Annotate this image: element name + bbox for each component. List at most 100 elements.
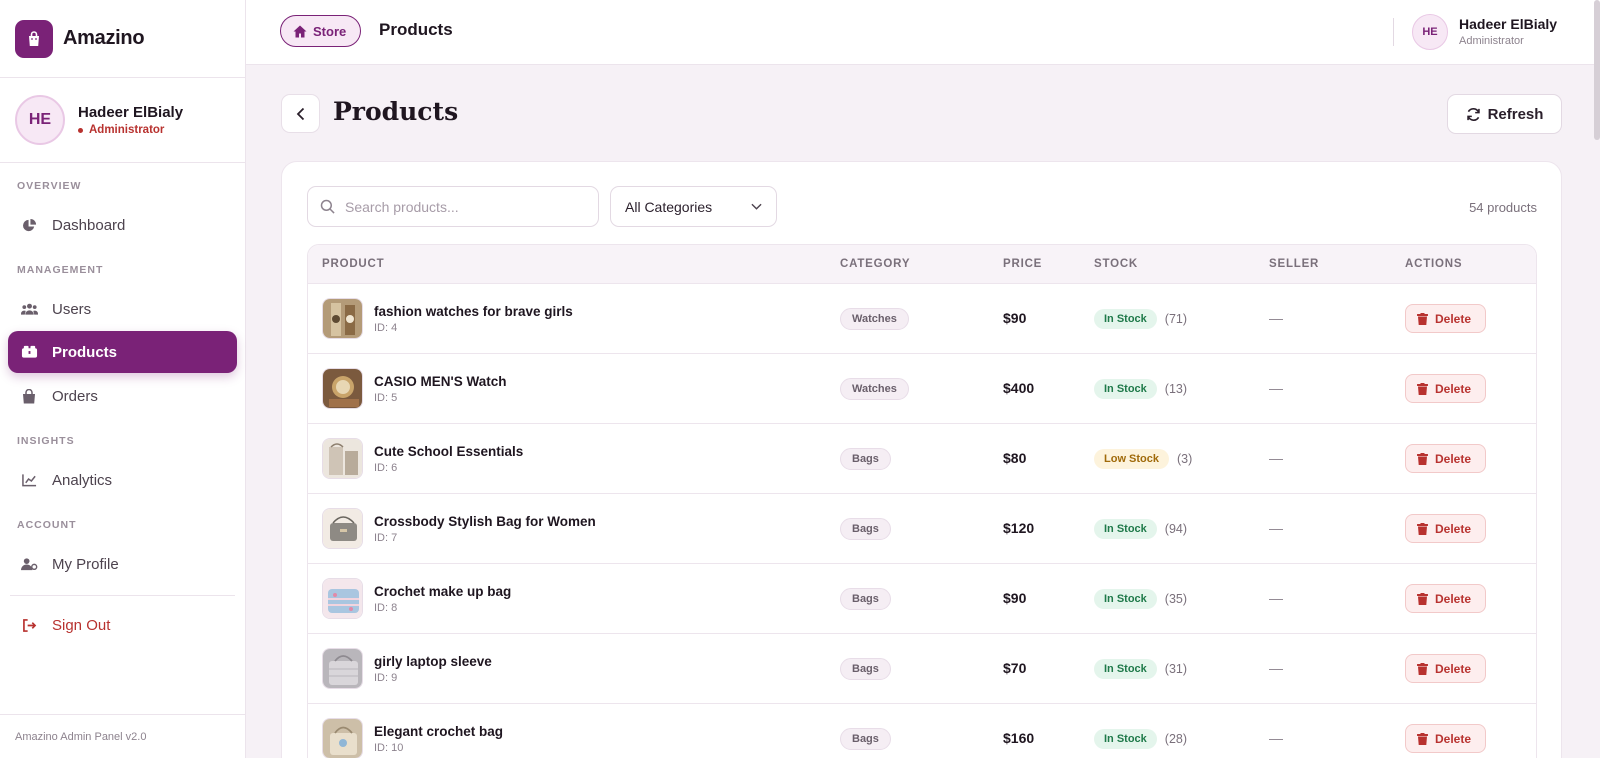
nav-divider	[10, 595, 235, 596]
delete-button[interactable]: Delete	[1405, 724, 1487, 753]
column-header-category: CATEGORY	[840, 258, 911, 270]
product-id: ID: 5	[374, 391, 398, 404]
seller-value: —	[1269, 449, 1283, 466]
product-price: $70	[1003, 659, 1027, 676]
delete-button[interactable]: Delete	[1405, 444, 1487, 473]
category-select[interactable]: All Categories	[610, 186, 777, 227]
stock-quantity: (3)	[1177, 451, 1193, 466]
column-header-price: PRICE	[1003, 258, 1043, 270]
product-thumbnail[interactable]	[322, 368, 363, 409]
refresh-icon	[1466, 107, 1480, 121]
stock-badge: In Stock	[1094, 518, 1157, 539]
product-id: ID: 10	[374, 741, 404, 754]
seller-value: —	[1269, 729, 1283, 746]
search-icon	[320, 199, 335, 214]
product-thumbnail[interactable]	[322, 648, 363, 689]
product-id: ID: 4	[374, 321, 398, 334]
store-button[interactable]: Store	[280, 15, 362, 47]
trash-icon	[1417, 452, 1428, 465]
home-icon	[293, 25, 307, 37]
delete-button[interactable]: Delete	[1405, 654, 1487, 683]
column-header-stock: STOCK	[1094, 258, 1139, 270]
product-thumbnail[interactable]	[322, 578, 363, 619]
product-name: girly laptop sleeve	[374, 653, 492, 669]
search-input[interactable]	[345, 198, 585, 215]
trash-icon	[1417, 382, 1428, 395]
stock-quantity: (13)	[1164, 381, 1188, 396]
product-thumbnail[interactable]	[322, 508, 363, 549]
topbar-user[interactable]: Hadeer ElBialy Administrator	[1459, 16, 1557, 47]
category-select-value: All Categories	[625, 198, 713, 215]
nav-section-management: MANAGEMENT	[17, 264, 104, 276]
sidebar: Amazino HE Hadeer ElBialy Administrator …	[0, 0, 246, 758]
seller-value: —	[1269, 659, 1283, 676]
delete-button[interactable]: Delete	[1405, 374, 1487, 403]
shopping-bag-icon	[19, 386, 39, 406]
sidebar-footer: Amazino Admin Panel v2.0	[0, 714, 245, 758]
column-header-seller: SELLER	[1269, 258, 1320, 270]
profile-role: Administrator	[78, 124, 183, 136]
table-row[interactable]: girly laptop sleeve ID: 9 Bags $70 In St…	[308, 634, 1536, 704]
table-row[interactable]: Elegant crochet bag ID: 10 Bags $160 In …	[308, 704, 1536, 758]
avatar: HE	[15, 95, 65, 145]
sidebar-item-label: Users	[52, 300, 92, 318]
delete-button-label: Delete	[1435, 451, 1472, 466]
table-row[interactable]: Crochet make up bag ID: 8 Bags $90 In St…	[308, 564, 1536, 634]
sidebar-item-dashboard[interactable]: Dashboard	[8, 204, 237, 246]
delete-button[interactable]: Delete	[1405, 304, 1487, 333]
product-thumbnail[interactable]	[322, 438, 363, 479]
category-badge: Bags	[840, 657, 891, 680]
delete-button-label: Delete	[1435, 661, 1472, 676]
back-button[interactable]	[281, 94, 320, 133]
stock-badge: In Stock	[1094, 658, 1157, 679]
product-price: $90	[1003, 589, 1027, 606]
product-name: Cute School Essentials	[374, 443, 524, 459]
stock-quantity: (31)	[1164, 661, 1188, 676]
product-thumbnail[interactable]	[322, 298, 363, 339]
trash-icon	[1417, 662, 1428, 675]
table-row[interactable]: CASIO MEN'S Watch ID: 5 Watches $400 In …	[308, 354, 1536, 424]
category-badge: Watches	[840, 307, 909, 330]
product-id: ID: 6	[374, 461, 398, 474]
sidebar-item-orders[interactable]: Orders	[8, 375, 237, 417]
sidebar-nav: OVERVIEW Dashboard MANAGEMENT Users Prod…	[0, 163, 245, 646]
column-header-product: PRODUCT	[322, 258, 385, 270]
stock-quantity: (28)	[1164, 731, 1188, 746]
page-title: Products	[333, 97, 459, 126]
product-name: Elegant crochet bag	[374, 723, 504, 739]
product-name: Crossbody Stylish Bag for Women	[374, 513, 596, 529]
seller-value: —	[1269, 379, 1283, 396]
trash-icon	[1417, 732, 1428, 745]
product-name: Crochet make up bag	[374, 583, 512, 599]
brand[interactable]: Amazino	[0, 0, 245, 78]
sign-out-icon	[19, 615, 39, 635]
search-box[interactable]	[307, 186, 599, 227]
delete-button-label: Delete	[1435, 311, 1472, 326]
avatar[interactable]: HE	[1412, 14, 1448, 50]
sidebar-item-users[interactable]: Users	[8, 288, 237, 330]
chevron-down-icon	[751, 203, 762, 210]
sidebar-item-products[interactable]: Products	[8, 331, 237, 373]
sidebar-item-sign-out[interactable]: Sign Out	[8, 604, 237, 646]
category-badge: Bags	[840, 727, 891, 750]
refresh-button-label: Refresh	[1487, 105, 1544, 123]
user-gear-icon	[19, 554, 39, 574]
table-row[interactable]: Crossbody Stylish Bag for Women ID: 7 Ba…	[308, 494, 1536, 564]
sidebar-item-my-profile[interactable]: My Profile	[8, 543, 237, 585]
product-price: $120	[1003, 519, 1035, 536]
sidebar-item-analytics[interactable]: Analytics	[8, 459, 237, 501]
delete-button[interactable]: Delete	[1405, 584, 1487, 613]
table-row[interactable]: fashion watches for brave girls ID: 4 Wa…	[308, 284, 1536, 354]
product-id: ID: 8	[374, 601, 398, 614]
stock-badge: In Stock	[1094, 308, 1157, 329]
refresh-button[interactable]: Refresh	[1447, 94, 1562, 134]
trash-icon	[1417, 312, 1428, 325]
table-row[interactable]: Cute School Essentials ID: 6 Bags $80 Lo…	[308, 424, 1536, 494]
delete-button[interactable]: Delete	[1405, 514, 1487, 543]
product-thumbnail[interactable]	[322, 718, 363, 758]
topbar-divider	[1393, 18, 1394, 46]
stock-badge: Low Stock	[1094, 448, 1170, 469]
scrollbar-thumb[interactable]	[1594, 0, 1600, 140]
products-table: PRODUCT CATEGORY PRICE STOCK SELLER ACTI…	[307, 244, 1537, 758]
delete-button-label: Delete	[1435, 381, 1472, 396]
